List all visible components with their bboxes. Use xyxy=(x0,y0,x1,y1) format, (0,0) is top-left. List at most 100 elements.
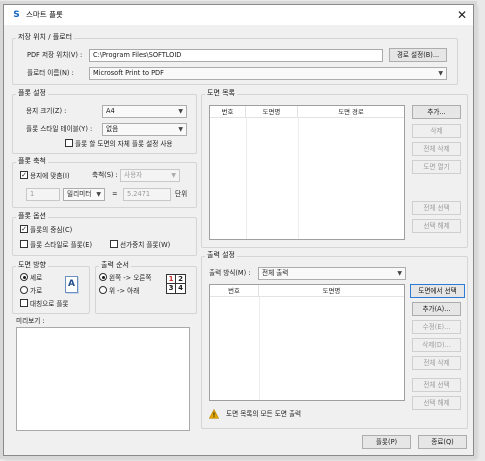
save-location-legend: 저장 위치 / 플로터 xyxy=(16,33,75,42)
scale-value1-input[interactable]: 1 xyxy=(26,188,60,201)
upside-down-label: 대칭으로 플롯 xyxy=(30,300,69,308)
chevron-down-icon: ▼ xyxy=(178,126,183,133)
grid-cell-2: 2 xyxy=(176,275,185,284)
unit-label: 단위 xyxy=(175,190,188,198)
plot-style-label: 플롯 스타일로 플롯(E) xyxy=(30,241,93,249)
top-to-bottom-radio[interactable]: 위 -> 아래 xyxy=(99,286,139,296)
drawing-deselect-button[interactable]: 선택 해제 xyxy=(412,219,461,233)
portrait-label: 세로 xyxy=(30,274,43,282)
checkbox-box xyxy=(20,240,28,248)
app-logo-icon: S xyxy=(13,10,20,20)
checkbox-box xyxy=(65,139,73,147)
column-header-number[interactable]: 번호 xyxy=(210,285,259,297)
output-edit-button[interactable]: 수정(E)... xyxy=(412,320,461,334)
lineweight-checkbox[interactable]: 선가중치 플롯(W) xyxy=(110,240,170,250)
plot-settings-legend: 플롯 설정 xyxy=(16,89,48,98)
column-header-drawing-name[interactable]: 도면명 xyxy=(246,106,298,118)
fit-to-paper-label: 용지에 맞춤(I) xyxy=(30,172,70,180)
output-delete-button[interactable]: 삭제(D)... xyxy=(412,338,461,352)
drawing-delete-all-button[interactable]: 전체 삭제 xyxy=(412,142,461,156)
output-method-select[interactable]: 전체 출력 ▼ xyxy=(258,267,406,280)
landscape-radio[interactable]: 가로 xyxy=(20,286,42,296)
plot-style-checkbox[interactable]: 플롯 스타일로 플롯(E) xyxy=(20,240,92,250)
orientation-letter: A xyxy=(68,279,75,289)
drawing-select-all-button[interactable]: 전체 선택 xyxy=(412,201,461,215)
upside-down-checkbox[interactable]: 대칭으로 플롯 xyxy=(20,299,69,309)
output-order-grid: 1 2 3 4 xyxy=(166,274,186,294)
orientation-legend: 도면 방향 xyxy=(16,261,48,270)
path-setting-button[interactable]: 경로 설정(B)... xyxy=(389,48,447,62)
output-deselect-button[interactable]: 선택 해제 xyxy=(412,396,461,410)
radio-dot xyxy=(99,286,107,294)
scale-select[interactable]: 사용자 ▼ xyxy=(120,169,180,182)
radio-dot xyxy=(20,286,28,294)
drawing-delete-button[interactable]: 삭제 xyxy=(412,124,461,138)
orientation-page-icon: A xyxy=(65,276,78,293)
scale-value: 사용자 xyxy=(124,171,143,179)
close-icon[interactable]: ✕ xyxy=(455,8,469,22)
grid-cell-1: 1 xyxy=(167,275,176,284)
smart-plot-dialog: S 스마트 플롯 ✕ 저장 위치 / 플로터 PDF 저장 위치(V) : C:… xyxy=(3,4,474,456)
radio-dot xyxy=(99,273,107,281)
grid-cell-4: 4 xyxy=(178,284,183,292)
paper-size-label: 용지 크기(Z) : xyxy=(26,107,67,115)
checkbox-box xyxy=(20,299,28,307)
scale-value2-input[interactable]: 5.2471 xyxy=(123,188,171,201)
drawing-list-legend: 도면 목록 xyxy=(205,89,237,98)
drawing-open-button[interactable]: 도면 열기 xyxy=(412,160,461,174)
close-button[interactable]: 종료(Q) xyxy=(418,435,467,449)
column-divider xyxy=(259,297,260,400)
warning-text: 도면 목록의 모든 도면 출력 xyxy=(226,410,302,418)
column-header-drawing-name[interactable]: 도면명 xyxy=(259,285,404,297)
chevron-down-icon: ▼ xyxy=(178,108,183,115)
output-list-header: 번호 도면명 xyxy=(210,285,404,297)
lineweight-label: 선가중치 플롯(W) xyxy=(120,241,171,249)
warning-icon xyxy=(208,408,220,419)
chevron-down-icon: ▼ xyxy=(171,172,176,179)
plot-button[interactable]: 플롯(P) xyxy=(362,435,411,449)
pdf-path-input[interactable]: C:\Program Files\SOFTLOID xyxy=(89,49,383,62)
grid-cell-3: 3 xyxy=(167,284,176,293)
plot-options-group xyxy=(12,217,197,256)
plotter-select[interactable]: Microsoft Print to PDF ▼ xyxy=(89,67,447,80)
column-divider xyxy=(298,118,299,239)
style-table-value: 없음 xyxy=(106,125,119,133)
plot-center-checkbox[interactable]: ✓ 플롯의 중심(C) xyxy=(20,225,72,235)
paper-size-value: A4 xyxy=(106,107,115,115)
drawing-add-button[interactable]: 추가... xyxy=(412,105,461,119)
portrait-radio[interactable]: 세로 xyxy=(20,273,42,283)
output-delete-all-button[interactable]: 전체 삭제 xyxy=(412,356,461,370)
output-list-table[interactable]: 번호 도면명 xyxy=(209,284,405,401)
column-header-drawing-path[interactable]: 도면 경로 xyxy=(298,106,404,118)
title-bar: S 스마트 플롯 ✕ xyxy=(4,5,473,25)
output-select-all-button[interactable]: 전체 선택 xyxy=(412,378,461,392)
column-header-number[interactable]: 번호 xyxy=(210,106,246,118)
equals-sign: = xyxy=(112,190,118,198)
window-title: 스마트 플롯 xyxy=(26,10,63,19)
output-method-label: 출력 방식(M) : xyxy=(209,269,251,277)
warning-triangle-icon xyxy=(208,408,220,419)
preview-pane xyxy=(16,327,190,431)
output-add-button[interactable]: 추가(A)... xyxy=(412,302,461,316)
column-divider xyxy=(246,118,247,239)
fit-to-paper-checkbox[interactable]: ✓ 용지에 맞춤(I) xyxy=(20,171,70,181)
left-to-right-radio[interactable]: 왼쪽 -> 오른쪽 xyxy=(99,273,151,283)
output-method-value: 전체 출력 xyxy=(262,269,289,277)
style-table-select[interactable]: 없음 ▼ xyxy=(102,123,187,136)
unit-select[interactable]: 밀리미터 ▼ xyxy=(63,188,105,201)
plot-options-legend: 플롯 옵션 xyxy=(16,212,48,221)
plotter-select-value: Microsoft Print to PDF xyxy=(93,69,164,77)
own-settings-checkbox[interactable]: 플롯 할 도면의 자체 플롯 설정 사용 xyxy=(65,139,173,149)
paper-size-select[interactable]: A4 ▼ xyxy=(102,105,187,118)
drawing-list-header: 번호 도면명 도면 경로 xyxy=(210,106,404,118)
chevron-down-icon: ▼ xyxy=(397,270,402,277)
chevron-down-icon: ▼ xyxy=(438,70,443,77)
unit-value: 밀리미터 xyxy=(67,190,92,198)
pdf-path-label: PDF 저장 위치(V) : xyxy=(27,51,83,59)
drawing-list-table[interactable]: 번호 도면명 도면 경로 xyxy=(209,105,405,240)
top-to-bottom-label: 위 -> 아래 xyxy=(109,287,140,295)
select-from-drawing-button[interactable]: 도면에서 선택 xyxy=(410,284,465,298)
plot-scale-legend: 플롯 축척 xyxy=(16,157,48,166)
chevron-down-icon: ▼ xyxy=(96,191,101,198)
output-order-legend: 출력 순서 xyxy=(99,261,131,270)
